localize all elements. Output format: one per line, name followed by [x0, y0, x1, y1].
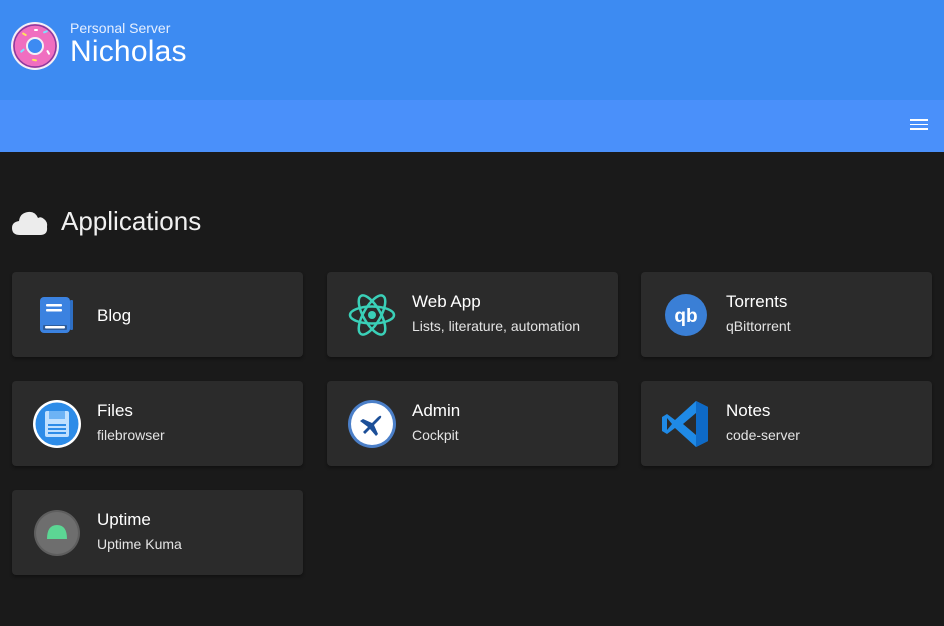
uptime-kuma-icon	[34, 510, 80, 556]
app-name: Torrents	[726, 292, 788, 311]
app-card-blog[interactable]: Blog	[12, 272, 303, 357]
app-card-torrents[interactable]: qb Torrents qBittorrent	[641, 272, 932, 357]
app-subtitle: qBittorrent	[726, 318, 791, 334]
header-subtitle: Personal Server	[70, 20, 171, 36]
app-card-web-app[interactable]: Web App Lists, literature, automation	[327, 272, 618, 357]
vscode-icon	[662, 401, 708, 447]
app-name: Notes	[726, 401, 771, 420]
floppy-disk-icon	[33, 400, 81, 448]
svg-text:qb: qb	[674, 306, 697, 327]
app-card-notes[interactable]: Notes code-server	[641, 381, 932, 466]
app-subtitle: filebrowser	[97, 427, 165, 443]
cloud-icon	[12, 211, 48, 235]
header: Personal Server Nicholas	[0, 0, 944, 100]
app-subtitle: Lists, literature, automation	[412, 318, 581, 334]
qbittorrent-icon: qb	[665, 294, 707, 336]
app-name: Files	[97, 401, 133, 420]
app-name: Uptime	[97, 510, 151, 529]
app-card-uptime[interactable]: Uptime Uptime Kuma	[12, 490, 303, 575]
app-card-admin[interactable]: Admin Cockpit	[327, 381, 618, 466]
donut-logo-icon[interactable]	[10, 21, 60, 71]
book-icon	[40, 297, 73, 333]
section-title: Applications	[61, 206, 202, 236]
navbar	[0, 100, 944, 152]
app-name: Blog	[97, 306, 132, 325]
app-name: Web App	[412, 292, 481, 311]
app-subtitle: Uptime Kuma	[97, 536, 182, 552]
app-subtitle: Cockpit	[412, 427, 459, 443]
app-subtitle: code-server	[726, 427, 800, 443]
react-icon	[348, 294, 396, 336]
airplane-icon	[348, 400, 396, 448]
app-name: Admin	[412, 401, 461, 420]
hamburger-menu-icon[interactable]	[910, 119, 928, 133]
app-card-files[interactable]: Files filebrowser	[12, 381, 303, 466]
header-title: Nicholas	[70, 35, 187, 68]
